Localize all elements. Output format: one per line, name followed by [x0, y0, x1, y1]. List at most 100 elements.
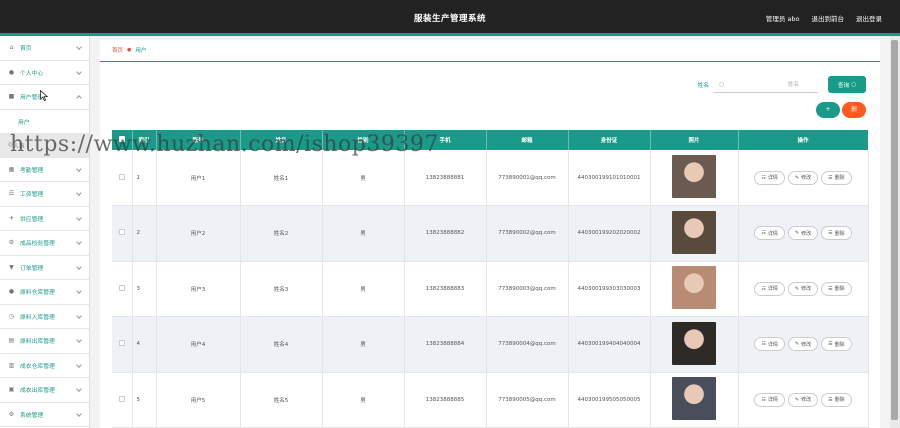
sidebar-item-13[interactable]: ▥ 成衣仓库管理	[0, 354, 89, 378]
detail-button[interactable]: ☷ 详情	[754, 337, 785, 352]
edit-label: 修改	[801, 341, 812, 348]
chevron-down-icon	[76, 190, 82, 196]
edit-icon: ✎	[794, 396, 800, 403]
cell-actions: ☷ 详情 ✎ 修改 ☰ 删除	[738, 372, 869, 428]
sidebar-subitem-3[interactable]: 用户	[0, 110, 89, 134]
cell-index: 1	[132, 150, 157, 206]
sidebar-subitem-label: 用户	[18, 119, 30, 126]
breadcrumb-home[interactable]: 首页	[112, 46, 123, 54]
detail-button[interactable]: ☷ 详情	[754, 170, 785, 185]
gear-icon: ⚙	[8, 239, 15, 247]
sidebar-item-label: 工资管理	[20, 192, 44, 199]
delete-label: 删除	[834, 341, 845, 348]
cell-phone: 13823888883	[404, 261, 487, 317]
delete-icon: ☰	[828, 230, 833, 237]
header-gender: 性别	[322, 130, 405, 150]
sidebar-item-10[interactable]: ● 原料仓库管理	[0, 280, 89, 305]
sidebar-item-9[interactable]: ▼ 订单管理	[0, 256, 89, 280]
search-icon: ○	[719, 80, 725, 88]
row-delete-button[interactable]: ☰ 删除	[821, 170, 852, 185]
table-row: 1 用户1 姓名1 男 13823888881 773890001@qq.com 44030…	[112, 150, 869, 206]
cell-email: 773890002@qq.com	[486, 205, 569, 261]
cell-photo	[650, 372, 739, 428]
row-delete-button[interactable]: ☰ 删除	[821, 281, 852, 296]
user-photo[interactable]	[672, 210, 716, 254]
cell-account: 用户4	[156, 316, 241, 372]
edit-icon: ✎	[794, 230, 800, 237]
user-photo[interactable]	[672, 377, 716, 421]
search-button[interactable]: 查询 ○	[828, 76, 866, 93]
chevron-down-icon	[76, 68, 82, 75]
cell-account: 用户1	[156, 150, 241, 206]
cell-phone: 13823888881	[404, 150, 487, 206]
search-button-label: 查询	[837, 83, 850, 89]
edit-button[interactable]: ✎ 修改	[787, 281, 819, 296]
cell-email: 773890004@qq.com	[486, 316, 569, 372]
row-checkbox[interactable]	[112, 150, 133, 206]
search-input[interactable]: ○ 姓名	[714, 77, 818, 93]
user-photo[interactable]	[672, 321, 716, 365]
sidebar-item-5[interactable]: ▦ 考勤管理	[0, 158, 89, 182]
cell-phone: 13823888884	[404, 316, 487, 372]
row-checkbox[interactable]	[112, 261, 133, 317]
sidebar-item-label: 系统管理	[20, 412, 44, 419]
edit-button[interactable]: ✎ 修改	[787, 337, 819, 352]
sidebar-subitem-4[interactable]: ◎ 人事	[0, 133, 89, 158]
cell-index: 5	[132, 372, 157, 428]
cell-id-card: 440300199101010001	[568, 150, 651, 206]
main-content: 首页 ● 用户 姓名 ○ 姓名 查询 ○ + 删 索引 账号 姓名 性别 手机 …	[100, 40, 880, 428]
chevron-down-icon	[76, 337, 82, 343]
header-account: 账号	[156, 130, 241, 150]
mouse-cursor-icon	[40, 90, 48, 101]
edit-button[interactable]: ✎ 修改	[787, 392, 819, 407]
scrollbar-thumb[interactable]	[891, 40, 898, 420]
user-photo[interactable]	[672, 155, 716, 198]
chevron-down-icon	[76, 263, 82, 270]
chevron-down-icon	[76, 386, 82, 392]
delete-button[interactable]: 删	[842, 102, 866, 118]
cell-gender: 男	[322, 316, 405, 372]
edit-icon: ✎	[794, 341, 800, 348]
select-all-checkbox[interactable]	[112, 130, 133, 150]
sidebar-item-label: 原料入库管理	[20, 314, 55, 321]
sidebar-item-0[interactable]: ⌂ 首页	[0, 36, 89, 61]
sidebar-item-label: 个人中心	[20, 70, 44, 77]
logout-link[interactable]: 退出登录	[856, 13, 882, 23]
user-photo[interactable]	[672, 266, 716, 310]
header-email: 邮箱	[486, 130, 569, 150]
sidebar-item-15[interactable]: ⚙ 系统管理	[0, 403, 89, 427]
add-button[interactable]: +	[816, 102, 840, 118]
sidebar-item-8[interactable]: ⚙ 成品检验管理	[0, 231, 89, 256]
cell-gender: 男	[322, 150, 405, 206]
detail-button[interactable]: ☷ 详情	[754, 392, 785, 407]
row-delete-button[interactable]: ☰ 删除	[821, 337, 852, 352]
edit-label: 修改	[801, 230, 812, 237]
row-checkbox[interactable]	[112, 372, 133, 428]
row-delete-button[interactable]: ☰ 删除	[821, 226, 852, 241]
cell-name: 姓名3	[240, 261, 323, 317]
detail-button[interactable]: ☷ 详情	[754, 226, 785, 241]
table-row: 3 用户3 姓名3 男 13823888883 773890003@qq.com 44030…	[112, 261, 869, 317]
edit-icon: ✎	[794, 174, 800, 181]
detail-button[interactable]: ☷ 详情	[754, 281, 785, 296]
sidebar-item-label: 成衣出库管理	[20, 388, 55, 395]
edit-button[interactable]: ✎ 修改	[787, 226, 819, 241]
cell-name: 姓名4	[240, 316, 323, 372]
sidebar-item-12[interactable]: ▤ 原料出库管理	[0, 329, 89, 354]
detail-icon: ☷	[761, 285, 766, 292]
row-checkbox[interactable]	[112, 316, 133, 372]
plane-icon: ✈	[8, 214, 15, 222]
sidebar-item-11[interactable]: ◷ 原料入库管理	[0, 305, 89, 329]
row-checkbox[interactable]	[112, 205, 133, 261]
sidebar-item-14[interactable]: ▣ 成衣出库管理	[0, 378, 89, 403]
cell-index: 2	[132, 205, 157, 261]
row-delete-button[interactable]: ☰ 删除	[821, 392, 852, 407]
exit-backend-link[interactable]: 退出到前台	[812, 13, 845, 23]
sidebar-subitem-label: 人事	[13, 143, 25, 150]
sidebar-item-7[interactable]: ✈ 供应管理	[0, 207, 89, 231]
sidebar-item-1[interactable]: ● 个人中心	[0, 61, 89, 85]
edit-button[interactable]: ✎ 修改	[787, 170, 819, 185]
table-header-row: 索引 账号 姓名 性别 手机 邮箱 身份证 照片 操作	[112, 130, 869, 150]
table-row: 5 用户5 姓名5 男 13823888885 773890005@qq.com 44030…	[112, 372, 869, 428]
sidebar-item-6[interactable]: ☰ 工资管理	[0, 182, 89, 207]
